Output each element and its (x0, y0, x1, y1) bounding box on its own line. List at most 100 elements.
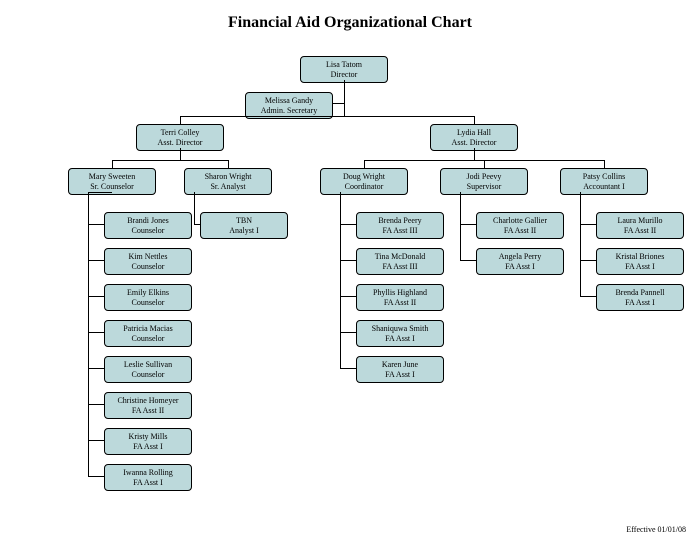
person-name: Emily Elkins (107, 288, 189, 298)
connector (580, 260, 596, 261)
person-role: FA Asst II (599, 226, 681, 236)
connector (580, 192, 581, 296)
person-name: Kristy Mills (107, 432, 189, 442)
person-role: Analyst I (203, 226, 285, 236)
connector (88, 296, 104, 297)
box-fa-asst: Tina McDonaldFA Asst III (356, 248, 444, 275)
connector (88, 224, 104, 225)
connector (88, 476, 104, 477)
connector (88, 192, 89, 476)
person-name: Christine Homeyer (107, 396, 189, 406)
box-counselor: Brandi JonesCounselor (104, 212, 192, 239)
person-role: Counselor (107, 226, 189, 236)
person-name: TBN (203, 216, 285, 226)
box-fa-asst: Karen JuneFA Asst I (356, 356, 444, 383)
connector (340, 296, 356, 297)
box-supervisor: Jodi PeevySupervisor (440, 168, 528, 195)
connector (340, 260, 356, 261)
person-name: Jodi Peevy (443, 172, 525, 182)
connector (460, 260, 476, 261)
footer-effective-date: Effective 01/01/08 (626, 525, 686, 534)
box-fa-asst: Brenda PeeryFA Asst III (356, 212, 444, 239)
connector (333, 103, 344, 104)
person-name: Kristal Briones (599, 252, 681, 262)
connector (228, 160, 229, 168)
connector (180, 116, 181, 124)
box-fa-asst: Laura MurilloFA Asst II (596, 212, 684, 239)
connector (340, 192, 341, 368)
person-name: Brenda Pannell (599, 288, 681, 298)
person-name: Patsy Collins (563, 172, 645, 182)
box-counselor: Emily ElkinsCounselor (104, 284, 192, 311)
person-role: FA Asst III (359, 226, 441, 236)
person-role: Sr. Counselor (71, 182, 153, 192)
connector (88, 368, 104, 369)
person-name: Sharon Wright (187, 172, 269, 182)
person-name: Laura Murillo (599, 216, 681, 226)
person-role: FA Asst I (479, 262, 561, 272)
connector (194, 192, 195, 224)
connector (474, 148, 475, 160)
person-name: Tina McDonald (359, 252, 441, 262)
connector (580, 296, 596, 297)
box-counselor: Kim NettlesCounselor (104, 248, 192, 275)
box-sr-counselor: Mary SweetenSr. Counselor (68, 168, 156, 195)
box-fa-asst: Kristal BrionesFA Asst I (596, 248, 684, 275)
person-name: Charlotte Gallier (479, 216, 561, 226)
connector (180, 116, 474, 117)
person-role: Coordinator (323, 182, 405, 192)
box-fa-asst: Brenda PannellFA Asst I (596, 284, 684, 311)
person-role: FA Asst I (359, 334, 441, 344)
person-role: FA Asst I (107, 442, 189, 452)
box-fa-asst: Iwanna RollingFA Asst I (104, 464, 192, 491)
box-counselor: Patricia MaciasCounselor (104, 320, 192, 347)
person-name: Phyllis Highland (359, 288, 441, 298)
person-role: Accountant I (563, 182, 645, 192)
person-role: FA Asst I (599, 298, 681, 308)
connector (460, 192, 461, 260)
person-name: Doug Wright (323, 172, 405, 182)
connector (460, 224, 476, 225)
person-role: Counselor (107, 262, 189, 272)
box-fa-asst: Kristy MillsFA Asst I (104, 428, 192, 455)
connector (340, 368, 356, 369)
person-role: FA Asst I (359, 370, 441, 380)
person-role: FA Asst II (359, 298, 441, 308)
person-role: Counselor (107, 298, 189, 308)
person-role: FA Asst I (107, 478, 189, 488)
person-role: FA Asst I (599, 262, 681, 272)
connector (340, 332, 356, 333)
person-role: Admin. Secretary (248, 106, 330, 116)
person-name: Leslie Sullivan (107, 360, 189, 370)
connector (112, 160, 228, 161)
connector (88, 260, 104, 261)
box-counselor: Leslie SullivanCounselor (104, 356, 192, 383)
box-sr-analyst: Sharon WrightSr. Analyst (184, 168, 272, 195)
person-name: Melissa Gandy (248, 96, 330, 106)
person-name: Kim Nettles (107, 252, 189, 262)
box-fa-asst: Angela PerryFA Asst I (476, 248, 564, 275)
person-role: FA Asst II (107, 406, 189, 416)
connector (112, 160, 113, 168)
person-role: Asst. Director (433, 138, 515, 148)
box-fa-asst: Phyllis HighlandFA Asst II (356, 284, 444, 311)
connector (474, 116, 475, 124)
person-name: Terri Colley (139, 128, 221, 138)
page-title: Financial Aid Organizational Chart (0, 14, 700, 32)
connector (194, 224, 200, 225)
box-fa-asst: Charlotte GallierFA Asst II (476, 212, 564, 239)
connector (180, 148, 181, 160)
connector (484, 160, 485, 168)
box-coordinator: Doug WrightCoordinator (320, 168, 408, 195)
person-role: Counselor (107, 370, 189, 380)
connector (88, 192, 112, 193)
person-role: FA Asst III (359, 262, 441, 272)
connector (88, 332, 104, 333)
connector (88, 440, 104, 441)
person-role: Counselor (107, 334, 189, 344)
person-role: Asst. Director (139, 138, 221, 148)
box-analyst: TBNAnalyst I (200, 212, 288, 239)
connector (580, 224, 596, 225)
person-role: Sr. Analyst (187, 182, 269, 192)
person-name: Lydia Hall (433, 128, 515, 138)
